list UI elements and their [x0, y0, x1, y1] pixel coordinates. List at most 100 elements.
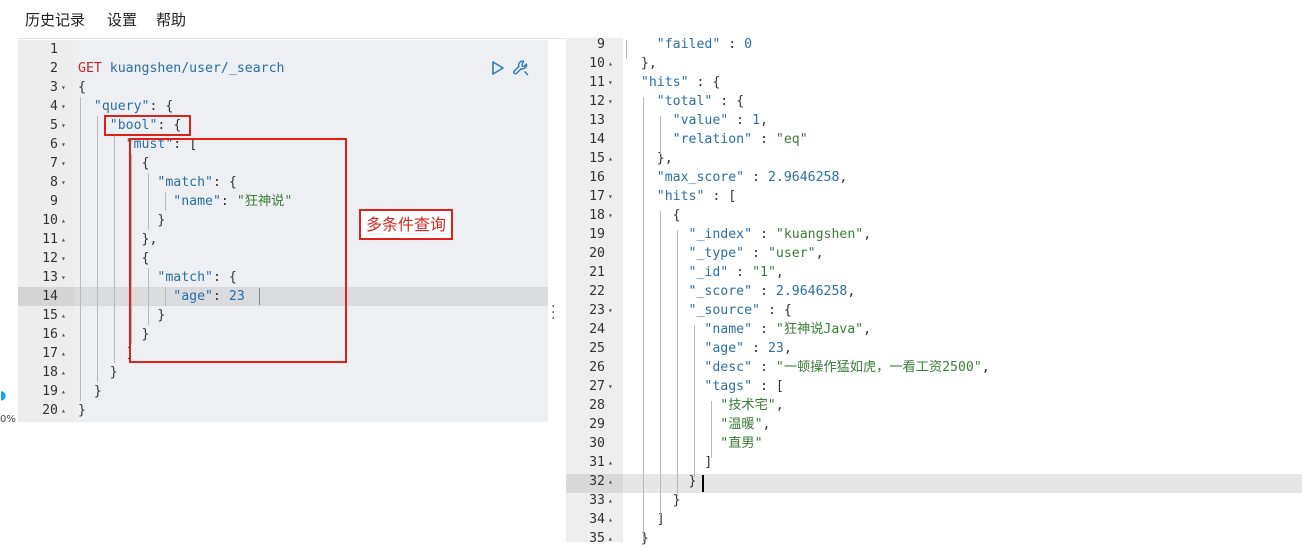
code-line[interactable]: "age" : 23, — [625, 339, 791, 358]
fold-toggle-icon[interactable]: ▴ — [608, 529, 618, 548]
fold-toggle-icon[interactable]: ▴ — [608, 510, 618, 529]
indent-guide — [660, 116, 661, 154]
code-line[interactable]: "温暖", — [625, 415, 770, 434]
line-number-text: 27 — [589, 379, 605, 394]
line-number-text: 19 — [42, 384, 58, 399]
line-number-text: 4 — [50, 99, 58, 114]
code-line[interactable]: } — [78, 382, 102, 401]
code-line[interactable]: "query": { — [78, 97, 173, 116]
menu-history[interactable]: 历史记录 — [25, 9, 85, 30]
fold-toggle-icon[interactable]: ▾ — [61, 268, 71, 287]
line-number-text: 32 — [589, 474, 605, 489]
line-number: 22 — [566, 282, 618, 301]
code-line[interactable]: { — [625, 206, 681, 225]
fold-toggle-icon[interactable]: ▴ — [608, 472, 618, 491]
code-line[interactable]: "tags" : [ — [625, 377, 783, 396]
fold-toggle-icon[interactable]: ▾ — [608, 206, 618, 225]
code-line[interactable]: "desc" : "一顿操作猛如虎，一看工资2500", — [625, 358, 989, 377]
fold-toggle-icon[interactable]: ▴ — [608, 491, 618, 510]
code-line[interactable]: } — [625, 491, 681, 510]
fold-toggle-icon[interactable]: ▾ — [61, 249, 71, 268]
line-number-text: 35 — [589, 531, 605, 546]
line-number-text: 30 — [589, 436, 605, 451]
line-number: 17 ▾ — [566, 187, 618, 206]
code-line[interactable]: "value" : 1, — [625, 111, 768, 130]
fold-toggle-icon[interactable]: ▾ — [61, 97, 71, 116]
menu-help[interactable]: 帮助 — [156, 9, 186, 30]
fold-toggle-icon[interactable]: ▾ — [608, 73, 618, 92]
line-number-text: 1 — [50, 42, 58, 57]
fold-toggle-icon[interactable]: ▴ — [61, 344, 71, 363]
line-number-text: 15 — [589, 151, 605, 166]
line-number-text: 28 — [589, 398, 605, 413]
request-line[interactable]: GET kuangshen/user/_search — [78, 59, 284, 78]
fold-toggle-icon[interactable]: ▴ — [608, 54, 618, 73]
menu-settings[interactable]: 设置 — [107, 9, 137, 30]
code-line[interactable]: "技术宅", — [625, 396, 783, 415]
left-side-strip — [0, 38, 18, 542]
fold-toggle-icon[interactable]: ▴ — [61, 230, 71, 249]
annotation-bool-box — [104, 115, 191, 136]
line-number: 26 — [566, 358, 618, 377]
indent-guide — [643, 97, 644, 542]
code-line[interactable]: { — [78, 78, 86, 97]
code-line[interactable]: "max_score" : 2.9646258, — [625, 168, 848, 187]
wrench-icon[interactable] — [512, 59, 530, 77]
text-cursor — [702, 475, 704, 492]
fold-toggle-icon[interactable]: ▾ — [61, 116, 71, 135]
code-line[interactable]: "_id" : "1", — [625, 263, 784, 282]
fold-toggle-icon[interactable]: ▾ — [608, 92, 618, 111]
code-line[interactable]: } — [625, 529, 649, 548]
code-line[interactable]: "relation" : "eq" — [625, 130, 808, 149]
code-line[interactable]: }, — [625, 149, 673, 168]
fold-toggle-icon[interactable]: ▴ — [61, 325, 71, 344]
code-line[interactable]: "hits" : [ — [625, 187, 736, 206]
line-number-text: 22 — [589, 284, 605, 299]
line-number: 16 ▴ — [18, 325, 71, 344]
code-line[interactable]: "failed" : 0 — [625, 35, 752, 54]
fold-toggle-icon[interactable]: ▴ — [61, 363, 71, 382]
line-number-text: 26 — [589, 360, 605, 375]
fold-toggle-icon[interactable]: ▾ — [61, 173, 71, 192]
fold-toggle-icon[interactable]: ▴ — [61, 401, 71, 420]
code-line[interactable]: ] — [625, 453, 712, 472]
line-number-text: 12 — [42, 251, 58, 266]
code-line[interactable]: }, — [625, 54, 657, 73]
fold-toggle-icon[interactable]: ▾ — [61, 135, 71, 154]
code-line[interactable]: "_type" : "user", — [625, 244, 824, 263]
code-line[interactable]: "hits" : { — [625, 73, 720, 92]
code-line[interactable]: ] — [78, 344, 134, 363]
fold-toggle-icon[interactable]: ▴ — [608, 453, 618, 472]
fold-toggle-icon[interactable]: ▾ — [61, 78, 71, 97]
fold-toggle-icon[interactable]: ▾ — [608, 187, 618, 206]
line-number: 15 ▴ — [566, 149, 618, 168]
fold-toggle-icon[interactable]: ▾ — [608, 377, 618, 396]
line-number: 21 — [566, 263, 618, 282]
fold-toggle-icon[interactable]: ▾ — [608, 301, 618, 320]
code-line[interactable]: "_source" : { — [625, 301, 792, 320]
line-number-text: 5 — [50, 118, 58, 133]
line-number-text: 2 — [50, 61, 58, 76]
line-number-text: 18 — [42, 365, 58, 380]
fold-toggle-icon[interactable]: ▴ — [61, 211, 71, 230]
line-number: 19 ▴ — [18, 382, 71, 401]
fold-toggle-icon[interactable]: ▾ — [61, 154, 71, 173]
fold-toggle-icon[interactable]: ▴ — [61, 306, 71, 325]
line-number: 13 — [566, 111, 618, 130]
code-line[interactable]: } — [78, 401, 86, 420]
fold-toggle-icon[interactable]: ▴ — [61, 382, 71, 401]
line-number: 18 ▾ — [566, 206, 618, 225]
code-line[interactable]: "name" : "狂神说Java", — [625, 320, 871, 339]
pane-resize-handle[interactable]: · · · — [551, 300, 555, 326]
play-icon[interactable] — [491, 60, 505, 76]
line-number-text: 8 — [50, 175, 58, 190]
line-number-text: 17 — [589, 189, 605, 204]
side-panel-icon[interactable]: ◗ — [0, 388, 6, 402]
line-number-text: 16 — [589, 170, 605, 185]
fold-toggle-icon[interactable]: ▴ — [608, 149, 618, 168]
code-line[interactable]: "_index" : "kuangshen", — [625, 225, 872, 244]
line-number-text: 15 — [42, 308, 58, 323]
menu-bar: 历史记录 设置 帮助 — [0, 0, 1302, 39]
line-number: 17 ▴ — [18, 344, 71, 363]
code-line[interactable]: ] — [625, 510, 665, 529]
